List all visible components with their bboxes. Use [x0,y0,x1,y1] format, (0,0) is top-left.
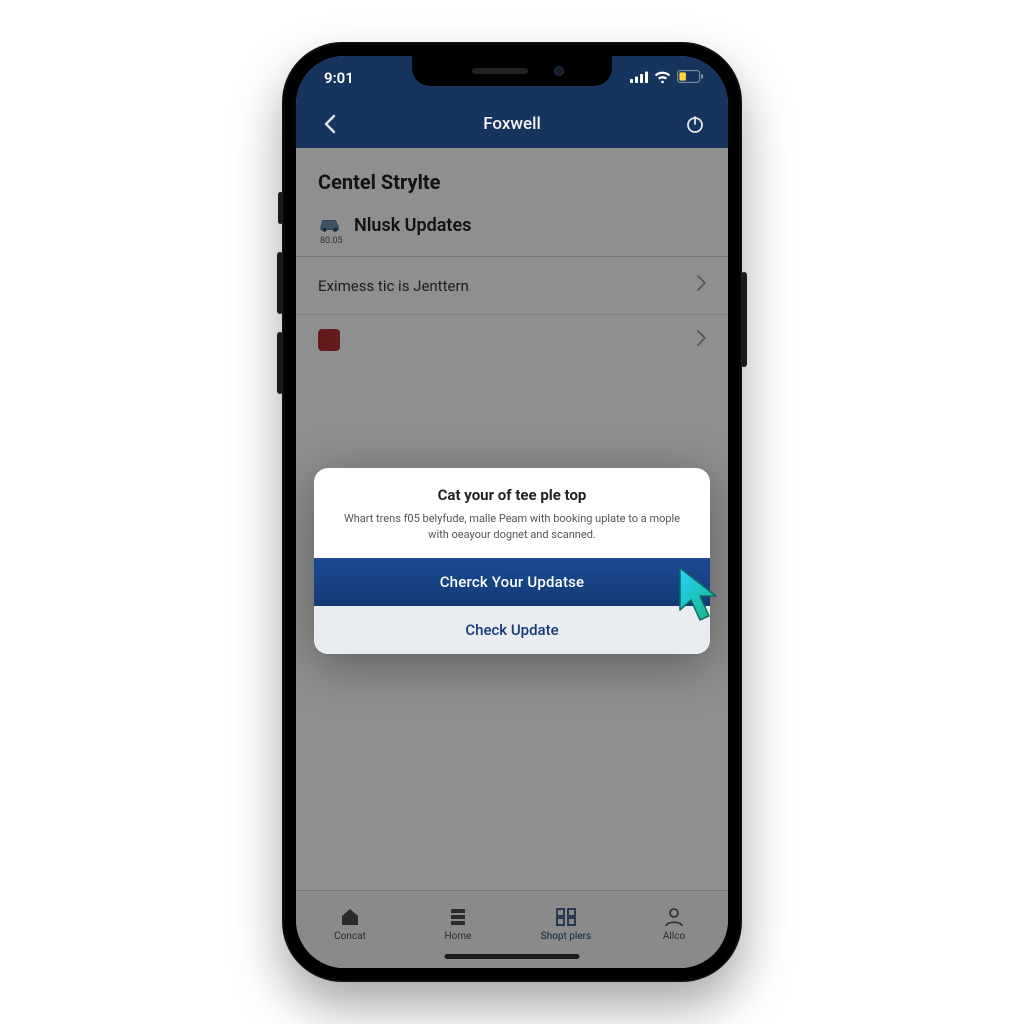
list-icon [448,907,468,927]
speaker-grille [472,68,528,74]
updates-sub: 80.05 [320,236,343,246]
power-icon [685,114,705,134]
home-indicator[interactable] [445,954,580,959]
volume-down-button[interactable] [277,332,283,394]
phone-frame: 9:01 Foxwell [282,42,742,982]
screen: 9:01 Foxwell [296,56,728,968]
chevron-left-icon [323,114,336,134]
section-title: Centel Strylte [296,148,728,208]
tab-concat[interactable]: Concat [296,891,404,968]
nav-title: Foxwell [483,114,541,134]
chevron-right-icon [697,330,706,351]
list-item-label: Eximess tic is Jenttern [318,277,469,295]
nav-bar: Foxwell [296,100,728,148]
silence-switch[interactable] [278,192,283,224]
home-icon [339,907,361,927]
content-area: Centel Strylte Nlusk Updates 80.05 Exime… [296,148,728,890]
tab-label: Shopt plers [541,931,591,942]
cellular-icon [630,69,648,87]
battery-icon [677,69,704,87]
chevron-right-icon [697,275,706,296]
grid-icon [555,907,577,927]
status-time: 9:01 [324,69,354,87]
list-item-2[interactable] [296,315,728,365]
update-popup: Cat your of tee ple top Whart trens f05 … [314,468,710,654]
power-button[interactable] [741,272,747,367]
tab-label: Allco [663,931,685,942]
tab-label: Concat [334,931,366,942]
car-icon [318,212,344,238]
app-badge-icon [318,329,340,351]
updates-row[interactable]: Nlusk Updates 80.05 [296,208,728,256]
updates-label: Nlusk Updates [354,215,471,236]
front-camera [554,66,564,76]
wifi-icon [654,69,671,87]
popup-body: Whart trens f05 belyfude, malle Peam wit… [338,511,686,542]
notch [412,56,612,86]
check-update-button[interactable]: Check Update [314,606,710,654]
list-item-1[interactable]: Eximess tic is Jenttern [296,257,728,315]
tab-profile[interactable]: Allco [620,891,728,968]
power-action-button[interactable] [680,114,710,134]
check-your-update-button[interactable]: Cherck Your Updatse [314,558,710,606]
profile-icon [663,907,685,927]
tab-label: Home [445,931,472,942]
volume-up-button[interactable] [277,252,283,314]
popup-title: Cat your of tee ple top [338,486,686,504]
back-button[interactable] [314,114,344,134]
